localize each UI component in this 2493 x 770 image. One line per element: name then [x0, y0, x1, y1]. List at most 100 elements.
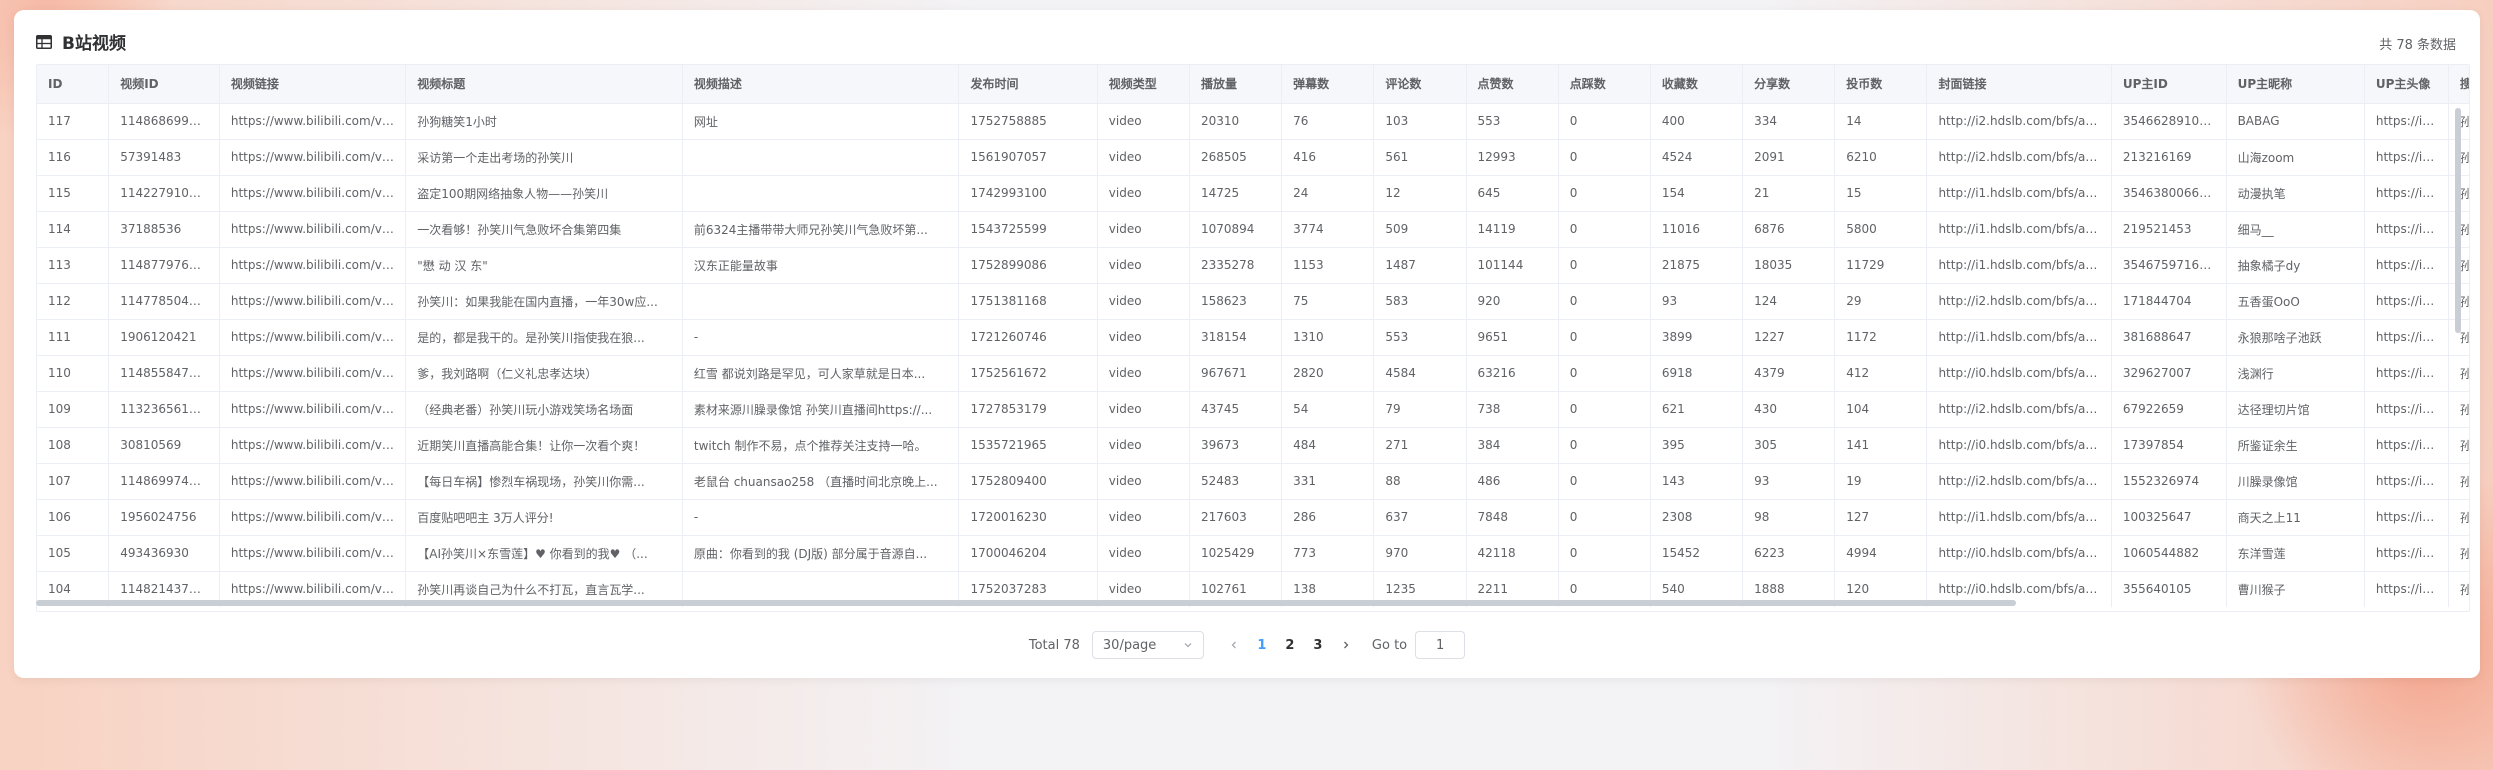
table-cell: 553	[1466, 103, 1558, 139]
column-header[interactable]: 播放量	[1189, 65, 1281, 103]
column-header[interactable]: 视频ID	[109, 65, 220, 103]
data-table-container[interactable]: ID视频ID视频链接视频标题视频描述发布时间视频类型播放量弹幕数评论数点赞数点踩…	[36, 64, 2470, 612]
page-size-select[interactable]: 30/page	[1092, 631, 1204, 659]
total-count: 共 78 条数据	[2379, 34, 2456, 53]
table-cell: 100325647	[2111, 499, 2226, 535]
table-row[interactable]: 11311487797680...https://www.bilibili.co…	[37, 247, 2470, 283]
table-cell: 381688647	[2111, 319, 2226, 355]
table-cell: 637	[1374, 499, 1466, 535]
column-header[interactable]: ID	[37, 65, 109, 103]
table-cell: https://i0.h...	[2364, 427, 2448, 463]
table-cell: http://i0.hdslb.com/bfs/ar...	[1927, 535, 2111, 571]
table-cell: http://i2.hdslb.com/bfs/ar...	[1927, 283, 2111, 319]
table-cell: http://i1.hdslb.com/bfs/ar...	[1927, 499, 2111, 535]
column-header[interactable]: UP主头像	[2364, 65, 2448, 103]
chevron-down-icon	[1183, 640, 1193, 650]
column-header[interactable]: 点踩数	[1558, 65, 1650, 103]
column-header[interactable]: 评论数	[1374, 65, 1466, 103]
table-cell: 268505	[1189, 139, 1281, 175]
table-cell: 1751381168	[959, 283, 1097, 319]
goto-page-input[interactable]	[1415, 631, 1465, 659]
table-row[interactable]: 11657391483https://www.bilibili.com/vi..…	[37, 139, 2470, 175]
table-cell: 738	[1466, 391, 1558, 427]
table-cell: https://www.bilibili.com/vi...	[219, 463, 405, 499]
table-cell: 75	[1282, 283, 1374, 319]
table-cell: 6876	[1743, 211, 1835, 247]
table-cell: 63216	[1466, 355, 1558, 391]
table-cell: video	[1097, 535, 1189, 571]
table-cell: 970	[1374, 535, 1466, 571]
table-cell: 一次看够！孙笑川气急败坏合集第四集	[406, 211, 683, 247]
table-row[interactable]: 11711486869914...https://www.bilibili.co…	[37, 103, 2470, 139]
next-page-button[interactable]	[1332, 631, 1360, 659]
column-header[interactable]: 收藏数	[1650, 65, 1742, 103]
page-button-2[interactable]: 2	[1276, 631, 1304, 659]
table-cell: video	[1097, 283, 1189, 319]
table-cell: 百度贴吧吧主 3万人评分!	[406, 499, 683, 535]
table-cell: 【每日车祸】惨烈车祸现场，孙笑川你需...	[406, 463, 683, 499]
table-cell: https://i2....	[2364, 535, 2448, 571]
table-cell: 商天之上11	[2226, 499, 2364, 535]
table-cell: BABAG	[2226, 103, 2364, 139]
table-row[interactable]: 10830810569https://www.bilibili.com/vi..…	[37, 427, 2470, 463]
table-row[interactable]: 105493436930https://www.bilibili.com/vi.…	[37, 535, 2470, 571]
table-row[interactable]: 1111906120421https://www.bilibili.com/vi…	[37, 319, 2470, 355]
page-button-3[interactable]: 3	[1304, 631, 1332, 659]
table-cell: https://www.bilibili.com/vi...	[219, 319, 405, 355]
table-cell: 24	[1282, 175, 1374, 211]
table-row[interactable]: 11511422791008...https://www.bilibili.co…	[37, 175, 2470, 211]
table-cell: 395	[1650, 427, 1742, 463]
column-header[interactable]: 视频链接	[219, 65, 405, 103]
table-cell: 红雪 都说刘路是罕见，可人家草就是日本...	[682, 355, 959, 391]
table-cell: https://i0....	[2364, 319, 2448, 355]
table-cell: 416	[1282, 139, 1374, 175]
table-cell	[682, 175, 959, 211]
table-cell: http://i0.hdslb.com/bfs/ar...	[1927, 355, 2111, 391]
column-header[interactable]: UP主昵称	[2226, 65, 2364, 103]
table-cell: video	[1097, 427, 1189, 463]
column-header[interactable]: 封面链接	[1927, 65, 2111, 103]
table-cell: 6210	[1835, 139, 1927, 175]
table-cell: 93	[1743, 463, 1835, 499]
column-header[interactable]: 发布时间	[959, 65, 1097, 103]
table-cell: https://i2....	[2364, 391, 2448, 427]
horizontal-scrollbar-thumb[interactable]	[36, 600, 2016, 606]
column-header[interactable]: 视频类型	[1097, 65, 1189, 103]
table-cell: 318154	[1189, 319, 1281, 355]
column-header[interactable]: 视频标题	[406, 65, 683, 103]
column-header[interactable]: 投币数	[1835, 65, 1927, 103]
vertical-scrollbar-thumb[interactable]	[2455, 108, 2461, 333]
table-cell: 21	[1743, 175, 1835, 211]
table-cell: 484	[1282, 427, 1374, 463]
table-row[interactable]: 11437188536https://www.bilibili.com/vi..…	[37, 211, 2470, 247]
table-cell: https://www.bilibili.com/vi...	[219, 355, 405, 391]
column-header[interactable]: 视频描述	[682, 65, 959, 103]
table-cell: 114	[37, 211, 109, 247]
table-cell: 【AI孙笑川×东雪莲】♥ 你看到的我♥ （...	[406, 535, 683, 571]
table-cell: 0	[1558, 391, 1650, 427]
table-cell: "懋 动 汉 东"	[406, 247, 683, 283]
table-cell: 79	[1374, 391, 1466, 427]
prev-page-button[interactable]	[1220, 631, 1248, 659]
table-cell: 124	[1743, 283, 1835, 319]
table-row[interactable]: 11211477850469...https://www.bilibili.co…	[37, 283, 2470, 319]
table-cell: 0	[1558, 103, 1650, 139]
column-header[interactable]: UP主ID	[2111, 65, 2226, 103]
table-cell: 汉东正能量故事	[682, 247, 959, 283]
table-cell: 1535721965	[959, 427, 1097, 463]
table-cell: 217603	[1189, 499, 1281, 535]
page-button-1[interactable]: 1	[1248, 631, 1276, 659]
table-cell: 11477850469...	[109, 283, 220, 319]
column-header[interactable]: 点赞数	[1466, 65, 1558, 103]
table-row[interactable]: 11011485584765...https://www.bilibili.co…	[37, 355, 2470, 391]
column-header[interactable]: 分享数	[1743, 65, 1835, 103]
table-cell: video	[1097, 247, 1189, 283]
column-header[interactable]: 搜索关键	[2448, 65, 2470, 103]
column-header[interactable]: 弹幕数	[1282, 65, 1374, 103]
table-cell: 20310	[1189, 103, 1281, 139]
table-row[interactable]: 1061956024756https://www.bilibili.com/vi…	[37, 499, 2470, 535]
table-cell: 2820	[1282, 355, 1374, 391]
table-row[interactable]: 10711486997407...https://www.bilibili.co…	[37, 463, 2470, 499]
table-cell: 103	[1374, 103, 1466, 139]
table-row[interactable]: 10911323656117...https://www.bilibili.co…	[37, 391, 2470, 427]
